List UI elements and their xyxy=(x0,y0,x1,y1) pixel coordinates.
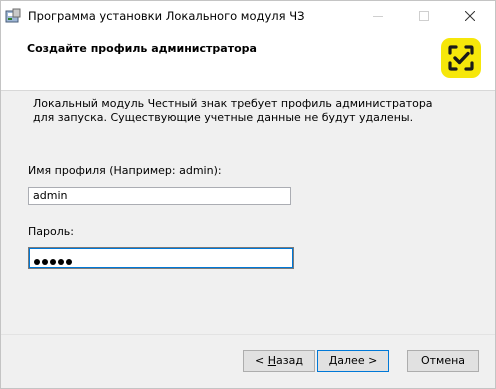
footer-separator xyxy=(1,334,495,335)
installer-window: Программа установки Локального модуля ЧЗ… xyxy=(0,0,496,389)
page-title: Создайте профиль администратора xyxy=(27,42,257,55)
profile-name-input[interactable]: admin xyxy=(28,187,291,205)
minimize-icon xyxy=(373,16,383,17)
close-button[interactable] xyxy=(447,1,493,31)
wizard-header: Создайте профиль администратора xyxy=(1,31,495,91)
password-mask xyxy=(34,254,74,270)
title-bar[interactable]: Программа установки Локального модуля ЧЗ xyxy=(1,1,495,31)
installer-app-icon xyxy=(5,8,21,23)
password-label: Пароль: xyxy=(28,225,74,238)
back-button-mnemonic: Н xyxy=(267,354,277,367)
password-mask-dot xyxy=(34,259,40,265)
password-mask-dot xyxy=(50,259,56,265)
back-button-prefix: < xyxy=(255,354,268,367)
profile-name-label: Имя профиля (Например: admin): xyxy=(28,164,222,177)
close-icon xyxy=(465,11,475,21)
minimize-button[interactable] xyxy=(355,1,401,31)
back-button-label: азад xyxy=(276,354,303,367)
maximize-button[interactable] xyxy=(401,1,447,31)
password-mask-dot xyxy=(42,259,48,265)
chestny-znak-logo-icon xyxy=(441,38,481,78)
next-button-label: алее > xyxy=(337,354,378,367)
password-input[interactable] xyxy=(28,247,294,269)
password-mask-dot xyxy=(66,259,72,265)
back-button[interactable]: < Назад xyxy=(243,350,315,372)
next-button-mnemonic: Д xyxy=(328,354,338,367)
maximize-icon xyxy=(419,11,429,21)
cancel-button[interactable]: Отмена xyxy=(407,350,479,372)
next-button[interactable]: Далее > xyxy=(317,350,389,372)
password-mask-dot xyxy=(58,259,64,265)
description-text: Локальный модуль Честный знак требует пр… xyxy=(33,97,433,124)
window-title: Программа установки Локального модуля ЧЗ xyxy=(28,9,305,23)
